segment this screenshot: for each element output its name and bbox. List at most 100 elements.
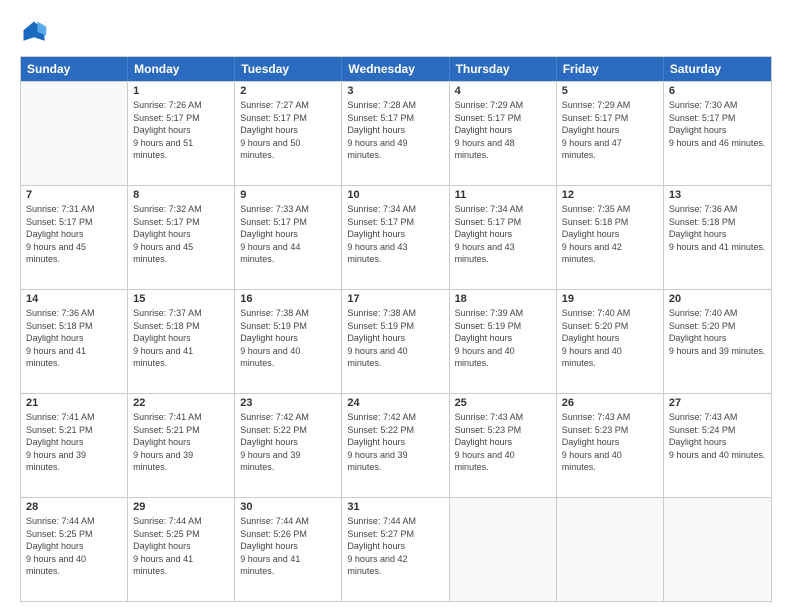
calendar-cell-9: 9 Sunrise: 7:33 AMSunset: 5:17 PMDaylight… bbox=[235, 186, 342, 289]
calendar: SundayMondayTuesdayWednesdayThursdayFrid… bbox=[20, 56, 772, 602]
day-number: 9 bbox=[240, 189, 336, 201]
header-day-monday: Monday bbox=[128, 57, 235, 81]
cell-info: Sunrise: 7:36 AMSunset: 5:18 PMDaylight … bbox=[26, 307, 122, 370]
calendar-cell-31: 31 Sunrise: 7:44 AMSunset: 5:27 PMDayligh… bbox=[342, 498, 449, 601]
cell-info: Sunrise: 7:32 AMSunset: 5:17 PMDaylight … bbox=[133, 203, 229, 266]
calendar-row-5: 28 Sunrise: 7:44 AMSunset: 5:25 PMDayligh… bbox=[21, 497, 771, 601]
calendar-cell-empty bbox=[450, 498, 557, 601]
header-day-tuesday: Tuesday bbox=[235, 57, 342, 81]
day-number: 24 bbox=[347, 397, 443, 409]
day-number: 12 bbox=[562, 189, 658, 201]
calendar-cell-28: 28Sunrise: 7:44 AMSunset: 5:25 PMDayligh… bbox=[21, 498, 128, 601]
calendar-body: 1 Sunrise: 7:26 AMSunset: 5:17 PMDaylight… bbox=[21, 81, 771, 601]
calendar-cell-24: 24 Sunrise: 7:42 AMSunset: 5:22 PMDayligh… bbox=[342, 394, 449, 497]
day-number: 6 bbox=[669, 85, 766, 97]
cell-info: Sunrise: 7:39 AMSunset: 5:19 PMDaylight … bbox=[455, 307, 551, 370]
cell-info: Sunrise: 7:41 AMSunset: 5:21 PMDaylight … bbox=[133, 411, 229, 474]
calendar-cell-6: 6Sunrise: 7:30 AMSunset: 5:17 PMDaylight… bbox=[664, 82, 771, 185]
cell-info: Sunrise: 7:38 AMSunset: 5:19 PMDaylight … bbox=[347, 307, 443, 370]
day-number: 5 bbox=[562, 85, 658, 97]
calendar-cell-17: 17Sunrise: 7:38 AMSunset: 5:19 PMDayligh… bbox=[342, 290, 449, 393]
calendar-cell-22: 22 Sunrise: 7:41 AMSunset: 5:21 PMDayligh… bbox=[128, 394, 235, 497]
calendar-cell-25: 25 Sunrise: 7:43 AMSunset: 5:23 PMDayligh… bbox=[450, 394, 557, 497]
day-number: 13 bbox=[669, 189, 766, 201]
cell-info: Sunrise: 7:27 AMSunset: 5:17 PMDaylight … bbox=[240, 99, 336, 162]
cell-info: Sunrise: 7:31 AMSunset: 5:17 PMDaylight … bbox=[26, 203, 122, 266]
cell-info: Sunrise: 7:44 AMSunset: 5:27 PMDaylight … bbox=[347, 515, 443, 578]
day-number: 22 bbox=[133, 397, 229, 409]
calendar-cell-27: 27 Sunrise: 7:43 AMSunset: 5:24 PMDayligh… bbox=[664, 394, 771, 497]
day-number: 28 bbox=[26, 501, 122, 513]
cell-info: Sunrise: 7:43 AMSunset: 5:24 PMDaylight … bbox=[669, 411, 766, 461]
cell-info: Sunrise: 7:37 AMSunset: 5:18 PMDaylight … bbox=[133, 307, 229, 370]
cell-info: Sunrise: 7:43 AMSunset: 5:23 PMDaylight … bbox=[455, 411, 551, 474]
cell-info: Sunrise: 7:41 AMSunset: 5:21 PMDaylight … bbox=[26, 411, 122, 474]
logo-icon bbox=[20, 18, 48, 46]
day-number: 27 bbox=[669, 397, 766, 409]
day-number: 26 bbox=[562, 397, 658, 409]
calendar-cell-19: 19Sunrise: 7:40 AMSunset: 5:20 PMDayligh… bbox=[557, 290, 664, 393]
day-number: 11 bbox=[455, 189, 551, 201]
cell-info: Sunrise: 7:35 AMSunset: 5:18 PMDaylight … bbox=[562, 203, 658, 266]
calendar-cell-empty bbox=[21, 82, 128, 185]
cell-info: Sunrise: 7:34 AMSunset: 5:17 PMDaylight … bbox=[347, 203, 443, 266]
calendar-cell-14: 14 Sunrise: 7:36 AMSunset: 5:18 PMDayligh… bbox=[21, 290, 128, 393]
calendar-cell-30: 30 Sunrise: 7:44 AMSunset: 5:26 PMDayligh… bbox=[235, 498, 342, 601]
day-number: 16 bbox=[240, 293, 336, 305]
cell-info: Sunrise: 7:33 AMSunset: 5:17 PMDaylight … bbox=[240, 203, 336, 266]
header-day-sunday: Sunday bbox=[21, 57, 128, 81]
header bbox=[20, 18, 772, 46]
calendar-cell-11: 11 Sunrise: 7:34 AMSunset: 5:17 PMDayligh… bbox=[450, 186, 557, 289]
calendar-cell-15: 15 Sunrise: 7:37 AMSunset: 5:18 PMDayligh… bbox=[128, 290, 235, 393]
calendar-row-4: 21 Sunrise: 7:41 AMSunset: 5:21 PMDayligh… bbox=[21, 393, 771, 497]
calendar-cell-5: 5 Sunrise: 7:29 AMSunset: 5:17 PMDaylight… bbox=[557, 82, 664, 185]
calendar-row-2: 7Sunrise: 7:31 AMSunset: 5:17 PMDaylight… bbox=[21, 185, 771, 289]
calendar-cell-23: 23Sunrise: 7:42 AMSunset: 5:22 PMDayligh… bbox=[235, 394, 342, 497]
calendar-header: SundayMondayTuesdayWednesdayThursdayFrid… bbox=[21, 57, 771, 81]
day-number: 25 bbox=[455, 397, 551, 409]
cell-info: Sunrise: 7:42 AMSunset: 5:22 PMDaylight … bbox=[240, 411, 336, 474]
day-number: 4 bbox=[455, 85, 551, 97]
day-number: 3 bbox=[347, 85, 443, 97]
calendar-cell-1: 1 Sunrise: 7:26 AMSunset: 5:17 PMDaylight… bbox=[128, 82, 235, 185]
calendar-cell-18: 18 Sunrise: 7:39 AMSunset: 5:19 PMDayligh… bbox=[450, 290, 557, 393]
calendar-cell-12: 12 Sunrise: 7:35 AMSunset: 5:18 PMDayligh… bbox=[557, 186, 664, 289]
header-day-wednesday: Wednesday bbox=[342, 57, 449, 81]
calendar-cell-3: 3Sunrise: 7:28 AMSunset: 5:17 PMDaylight… bbox=[342, 82, 449, 185]
day-number: 15 bbox=[133, 293, 229, 305]
day-number: 20 bbox=[669, 293, 766, 305]
calendar-cell-26: 26 Sunrise: 7:43 AMSunset: 5:23 PMDayligh… bbox=[557, 394, 664, 497]
calendar-cell-7: 7Sunrise: 7:31 AMSunset: 5:17 PMDaylight… bbox=[21, 186, 128, 289]
cell-info: Sunrise: 7:43 AMSunset: 5:23 PMDaylight … bbox=[562, 411, 658, 474]
day-number: 21 bbox=[26, 397, 122, 409]
calendar-cell-empty bbox=[557, 498, 664, 601]
cell-info: Sunrise: 7:44 AMSunset: 5:25 PMDaylight … bbox=[133, 515, 229, 578]
cell-info: Sunrise: 7:29 AMSunset: 5:17 PMDaylight … bbox=[455, 99, 551, 162]
cell-info: Sunrise: 7:36 AMSunset: 5:18 PMDaylight … bbox=[669, 203, 766, 253]
day-number: 10 bbox=[347, 189, 443, 201]
page: SundayMondayTuesdayWednesdayThursdayFrid… bbox=[0, 0, 792, 612]
calendar-cell-16: 16Sunrise: 7:38 AMSunset: 5:19 PMDayligh… bbox=[235, 290, 342, 393]
day-number: 30 bbox=[240, 501, 336, 513]
day-number: 8 bbox=[133, 189, 229, 201]
cell-info: Sunrise: 7:34 AMSunset: 5:17 PMDaylight … bbox=[455, 203, 551, 266]
header-day-saturday: Saturday bbox=[664, 57, 771, 81]
calendar-cell-13: 13 Sunrise: 7:36 AMSunset: 5:18 PMDayligh… bbox=[664, 186, 771, 289]
header-day-friday: Friday bbox=[557, 57, 664, 81]
day-number: 31 bbox=[347, 501, 443, 513]
day-number: 1 bbox=[133, 85, 229, 97]
day-number: 18 bbox=[455, 293, 551, 305]
calendar-cell-10: 10 Sunrise: 7:34 AMSunset: 5:17 PMDayligh… bbox=[342, 186, 449, 289]
logo bbox=[20, 18, 52, 46]
cell-info: Sunrise: 7:29 AMSunset: 5:17 PMDaylight … bbox=[562, 99, 658, 162]
cell-info: Sunrise: 7:26 AMSunset: 5:17 PMDaylight … bbox=[133, 99, 229, 162]
day-number: 14 bbox=[26, 293, 122, 305]
calendar-cell-20: 20Sunrise: 7:40 AMSunset: 5:20 PMDayligh… bbox=[664, 290, 771, 393]
calendar-row-3: 14 Sunrise: 7:36 AMSunset: 5:18 PMDayligh… bbox=[21, 289, 771, 393]
calendar-cell-8: 8 Sunrise: 7:32 AMSunset: 5:17 PMDaylight… bbox=[128, 186, 235, 289]
cell-info: Sunrise: 7:42 AMSunset: 5:22 PMDaylight … bbox=[347, 411, 443, 474]
cell-info: Sunrise: 7:44 AMSunset: 5:26 PMDaylight … bbox=[240, 515, 336, 578]
calendar-cell-4: 4 Sunrise: 7:29 AMSunset: 5:17 PMDaylight… bbox=[450, 82, 557, 185]
calendar-cell-2: 2Sunrise: 7:27 AMSunset: 5:17 PMDaylight… bbox=[235, 82, 342, 185]
calendar-cell-empty bbox=[664, 498, 771, 601]
